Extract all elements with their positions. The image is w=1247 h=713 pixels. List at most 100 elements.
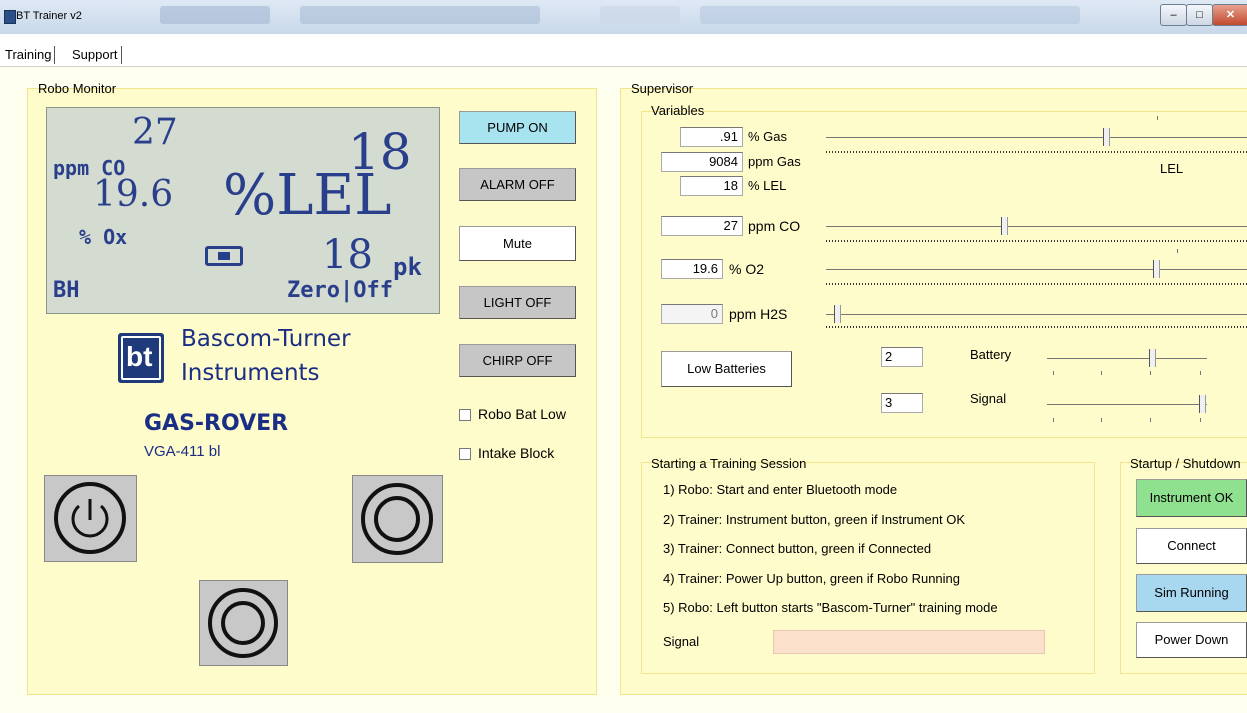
training-step-1: 1) Robo: Start and enter Bluetooth mode <box>663 482 898 497</box>
lcd-o2-value: 19.6 <box>93 174 174 215</box>
lel-marker-tick <box>1157 116 1158 120</box>
lcd-o2-unit: % Ox <box>79 225 128 249</box>
tab-training[interactable]: Training <box>2 46 56 64</box>
signal-field[interactable]: 3 <box>881 393 923 413</box>
lcd-display: 27 ppm CO 18 19.6 %LEL % Ox 18 pk BH Zer… <box>46 107 440 314</box>
lcd-peak-value: 18 <box>322 232 373 278</box>
intake-block-label: Intake Block <box>478 445 555 461</box>
title-bar <box>0 0 1247 35</box>
o2-slider-ticks <box>826 283 1247 285</box>
product-model: VGA-411 bl <box>144 443 221 460</box>
battery-label: Battery <box>970 347 1012 362</box>
lcd-status-right: Zero|Off <box>287 278 393 303</box>
robo-bat-low-checkbox[interactable] <box>459 409 471 421</box>
app-icon <box>4 10 16 24</box>
robo-monitor-title: Robo Monitor <box>38 81 117 96</box>
low-batteries-button[interactable]: Low Batteries <box>661 351 792 387</box>
lel-percent-unit: % LEL <box>748 178 787 193</box>
intake-block-checkbox[interactable] <box>459 448 471 460</box>
h2s-unit: ppm H2S <box>729 306 788 322</box>
power-icon <box>54 482 126 554</box>
variables-title: Variables <box>651 103 705 118</box>
o2-unit: % O2 <box>729 261 765 277</box>
power-down-button[interactable]: Power Down <box>1136 622 1247 658</box>
o2-slider-thumb[interactable] <box>1153 260 1160 278</box>
lcd-lel-unit: %LEL <box>223 163 392 228</box>
gas-percent-unit: % Gas <box>748 129 788 144</box>
signal-slider-tick <box>1200 418 1201 422</box>
gas-ppm-field[interactable]: 9084 <box>661 152 743 172</box>
light-off-button[interactable]: LIGHT OFF <box>459 286 576 319</box>
h2s-slider-track <box>826 314 1247 315</box>
training-step-5: 5) Robo: Left button starts "Bascom-Turn… <box>663 600 998 615</box>
training-session-title: Starting a Training Session <box>651 456 807 471</box>
training-step-3: 3) Trainer: Connect button, green if Con… <box>663 541 932 556</box>
gas-ppm-unit: ppm Gas <box>748 154 801 169</box>
window-title: BT Trainer v2 <box>16 10 82 22</box>
gas-slider-thumb[interactable] <box>1103 128 1110 146</box>
lcd-status-left: BH <box>53 278 80 303</box>
tab-strip <box>0 34 1247 67</box>
session-signal-label: Signal <box>663 634 700 649</box>
toolbar-blur <box>600 6 680 24</box>
lcd-co-value: 27 <box>132 112 178 153</box>
battery-icon <box>205 246 243 266</box>
tab-divider <box>0 66 1247 67</box>
gas-percent-field[interactable]: .91 <box>680 127 743 147</box>
brand-line1: Bascom-Turner <box>181 326 351 352</box>
supervisor-title: Supervisor <box>631 81 694 96</box>
sim-running-button[interactable]: Sim Running <box>1136 574 1247 612</box>
bottom-button[interactable] <box>199 580 288 666</box>
power-button[interactable] <box>44 475 137 562</box>
chirp-off-button[interactable]: CHIRP OFF <box>459 344 576 377</box>
co-field[interactable]: 27 <box>661 216 743 236</box>
training-step-4: 4) Trainer: Power Up button, green if Ro… <box>663 571 961 586</box>
signal-label: Signal <box>970 391 1007 406</box>
battery-slider-tick <box>1053 371 1054 375</box>
h2s-slider-thumb[interactable] <box>834 305 841 323</box>
tab-support[interactable]: Support <box>69 46 122 64</box>
co-slider-thumb[interactable] <box>1001 217 1008 235</box>
signal-slider-thumb[interactable] <box>1199 395 1206 413</box>
training-step-2: 2) Trainer: Instrument button, green if … <box>663 512 966 527</box>
h2s-field[interactable]: 0 <box>661 304 723 324</box>
pump-on-button[interactable]: PUMP ON <box>459 111 576 144</box>
connect-button[interactable]: Connect <box>1136 528 1247 564</box>
signal-slider-tick <box>1101 418 1102 422</box>
o2-marker-tick <box>1177 249 1178 253</box>
gas-slider-track <box>826 137 1247 138</box>
right-button[interactable] <box>352 475 443 563</box>
lcd-peak-unit: pk <box>393 253 422 281</box>
bascom-turner-logo: bt <box>118 333 164 383</box>
robo-bat-low-label: Robo Bat Low <box>478 406 566 422</box>
toolbar-blur <box>160 6 270 24</box>
battery-field[interactable]: 2 <box>881 347 923 367</box>
battery-slider-track <box>1047 358 1207 359</box>
co-slider-ticks <box>826 240 1247 242</box>
minimize-button[interactable]: – <box>1160 4 1187 26</box>
signal-slider-track <box>1047 404 1207 405</box>
ring-icon <box>208 588 278 658</box>
h2s-slider-ticks <box>826 326 1247 328</box>
o2-slider-track <box>826 269 1247 270</box>
signal-slider-tick <box>1150 418 1151 422</box>
lel-percent-field[interactable]: 18 <box>680 176 743 196</box>
brand-line2: Instruments <box>181 360 320 386</box>
maximize-button[interactable]: □ <box>1186 4 1213 26</box>
alarm-off-button[interactable]: ALARM OFF <box>459 168 576 201</box>
product-name: GAS-ROVER <box>144 411 289 436</box>
o2-field[interactable]: 19.6 <box>661 259 723 279</box>
mute-button[interactable]: Mute <box>459 226 576 261</box>
close-button[interactable]: ✕ <box>1212 4 1247 26</box>
gas-slider-ticks <box>826 151 1247 153</box>
toolbar-blur <box>300 6 540 24</box>
instrument-ok-button[interactable]: Instrument OK <box>1136 479 1247 517</box>
co-slider-track <box>826 226 1247 227</box>
ring-icon <box>361 483 433 555</box>
co-unit: ppm CO <box>748 218 801 234</box>
battery-slider-tick <box>1150 371 1151 375</box>
battery-slider-thumb[interactable] <box>1149 349 1156 367</box>
battery-slider-tick <box>1101 371 1102 375</box>
battery-slider-tick <box>1200 371 1201 375</box>
session-signal-bar <box>773 630 1045 654</box>
